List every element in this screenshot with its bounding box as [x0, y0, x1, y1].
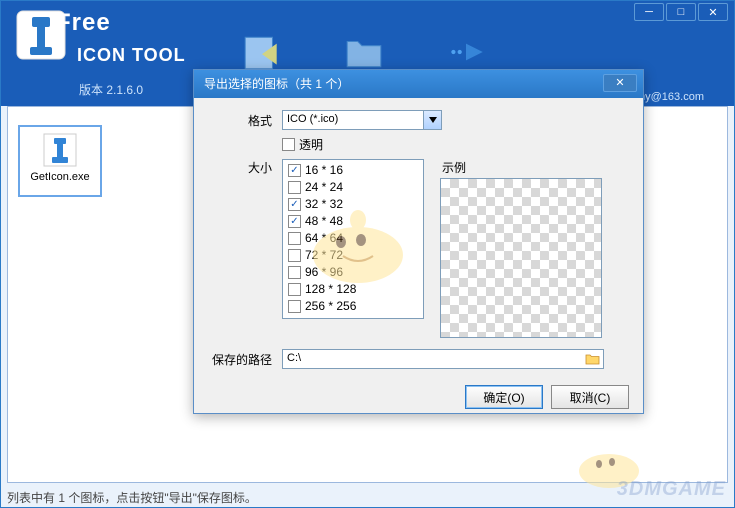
size-option[interactable]: 256 * 256 — [288, 299, 418, 313]
toolbar-import-icon[interactable] — [241, 31, 283, 73]
transparent-checkbox[interactable]: 透明 — [282, 136, 323, 153]
checkbox-icon: ✓ — [288, 164, 301, 177]
size-option[interactable]: 72 * 72 — [288, 248, 418, 262]
size-option[interactable]: ✓ 16 * 16 — [288, 163, 418, 177]
sizes-listbox[interactable]: ✓ 16 * 16 24 * 24 ✓ 32 * 32 ✓ 48 * 48 64 * 64 72… — [282, 159, 424, 319]
app-subtitle: ICON TOOL — [77, 45, 186, 66]
size-option[interactable]: ✓ 32 * 32 — [288, 197, 418, 211]
size-option-label: 96 * 96 — [305, 265, 343, 279]
toolbar — [241, 31, 487, 73]
file-name: GetIcon.exe — [20, 171, 100, 183]
format-label: 格式 — [208, 110, 282, 129]
dialog-title: 导出选择的图标（共 1 个） — [204, 77, 349, 91]
transparent-label: 透明 — [299, 136, 323, 153]
checkbox-icon — [288, 232, 301, 245]
checkbox-icon — [288, 266, 301, 279]
dialog-buttons: 确定(O) 取消(C) — [208, 375, 629, 409]
app-window: ─ □ ✕ Free ICON TOOL 版本 2.1.6.0 why@163.… — [0, 0, 735, 508]
dialog-close-button[interactable]: ✕ — [603, 74, 637, 92]
size-option[interactable]: ✓ 48 * 48 — [288, 214, 418, 228]
preview-area — [440, 178, 602, 338]
dialog-title-bar[interactable]: 导出选择的图标（共 1 个） ✕ — [194, 70, 643, 98]
size-option-label: 24 * 24 — [305, 180, 343, 194]
checkbox-icon — [288, 300, 301, 313]
cancel-button[interactable]: 取消(C) — [551, 385, 629, 409]
size-label: 大小 — [208, 159, 282, 176]
format-value: ICO (*.ico) — [283, 111, 423, 129]
checkbox-icon: ✓ — [288, 215, 301, 228]
toolbar-export-icon[interactable] — [445, 31, 487, 73]
file-icon — [43, 133, 77, 167]
size-option-label: 72 * 72 — [305, 248, 343, 262]
export-dialog: 导出选择的图标（共 1 个） ✕ 格式 ICO (*.ico) 透明 — [193, 69, 644, 414]
folder-open-icon[interactable] — [585, 352, 600, 365]
file-item[interactable]: GetIcon.exe — [18, 125, 102, 197]
path-label: 保存的路径 — [208, 349, 282, 368]
preview-label: 示例 — [440, 159, 602, 176]
size-option-label: 128 * 128 — [305, 282, 356, 296]
size-option-label: 16 * 16 — [305, 163, 343, 177]
toolbar-folder-icon[interactable] — [343, 31, 385, 73]
save-path-input[interactable]: C:\ — [282, 349, 604, 369]
chevron-down-icon[interactable] — [423, 111, 441, 129]
path-value: C:\ — [287, 352, 301, 364]
preview-panel: 示例 — [440, 159, 602, 339]
ok-button[interactable]: 确定(O) — [465, 385, 543, 409]
size-option[interactable]: 128 * 128 — [288, 282, 418, 296]
app-title: Free — [56, 9, 111, 37]
format-combo[interactable]: ICO (*.ico) — [282, 110, 442, 130]
size-option[interactable]: 24 * 24 — [288, 180, 418, 194]
checkbox-icon — [288, 181, 301, 194]
dialog-body: 格式 ICO (*.ico) 透明 大小 — [194, 98, 643, 419]
size-option-label: 48 * 48 — [305, 214, 343, 228]
checkbox-icon — [282, 138, 295, 151]
app-version: 版本 2.1.6.0 — [79, 81, 143, 98]
size-option-label: 32 * 32 — [305, 197, 343, 211]
size-option[interactable]: 96 * 96 — [288, 265, 418, 279]
status-bar: 列表中有 1 个图标，点击按钮"导出"保存图标。 — [7, 487, 728, 505]
checkbox-icon: ✓ — [288, 198, 301, 211]
checkbox-icon — [288, 283, 301, 296]
size-option-label: 256 * 256 — [305, 299, 356, 313]
size-option-label: 64 * 64 — [305, 231, 343, 245]
checkbox-icon — [288, 249, 301, 262]
size-option[interactable]: 64 * 64 — [288, 231, 418, 245]
